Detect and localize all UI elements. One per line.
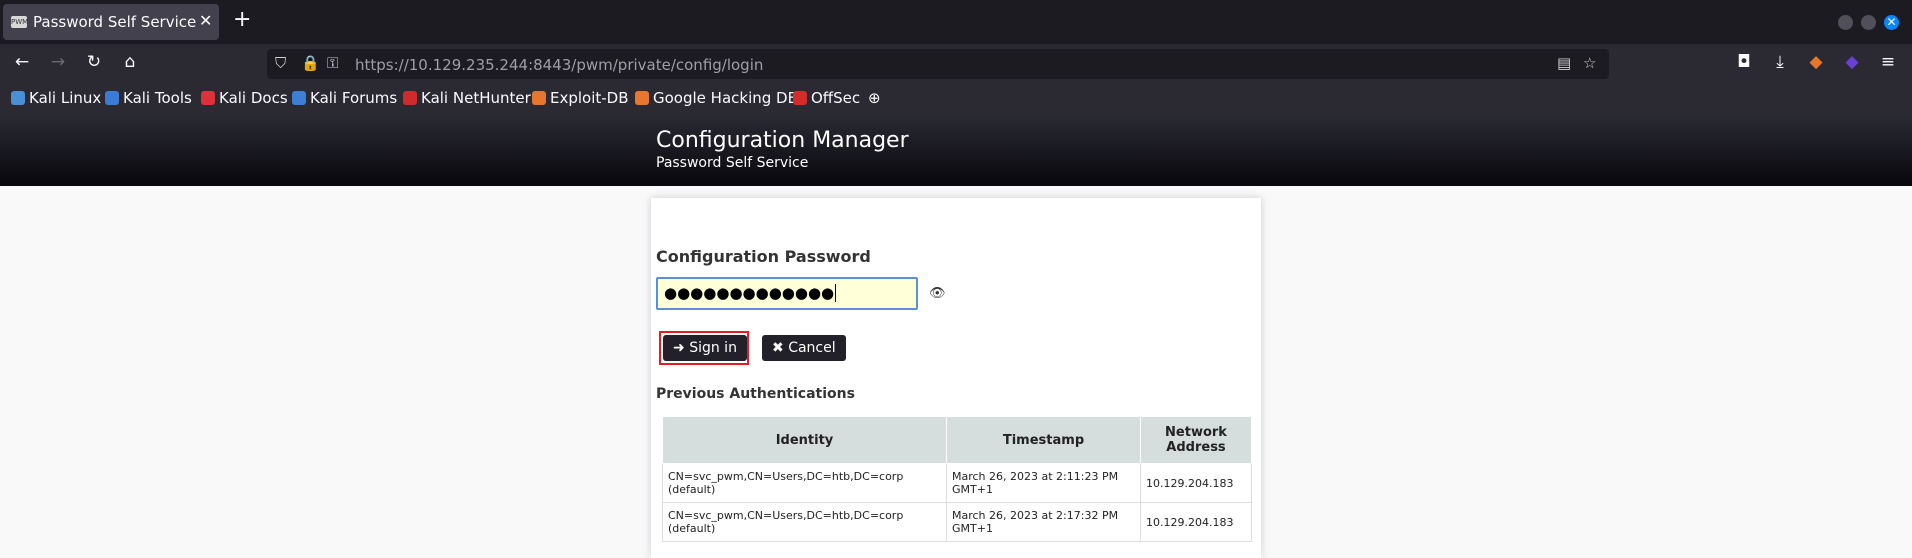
extension-purple-icon[interactable]: ◆	[1841, 52, 1863, 72]
show-password-eye-icon[interactable]: 👁	[929, 286, 946, 301]
page-subtitle: Password Self Service	[656, 155, 809, 171]
kali-docs-icon	[201, 91, 215, 105]
globe-icon[interactable]: ⊕	[868, 89, 881, 107]
bookmark-exploit-db[interactable]: Exploit-DB	[532, 89, 629, 107]
table-row: CN=svc_pwm,CN=Users,DC=htb,DC=corp (defa…	[662, 502, 1252, 542]
sign-in-icon: ➜	[673, 340, 685, 356]
pwm-favicon-icon: PWM	[11, 16, 29, 28]
cell-identity: CN=svc_pwm,CN=Users,DC=htb,DC=corp (defa…	[662, 502, 947, 542]
cell-address: 10.129.204.183	[1140, 463, 1252, 503]
bookmark-star-icon[interactable]: ☆	[1583, 54, 1596, 72]
bookmark-google-hacking-db[interactable]: Google Hacking DB	[635, 89, 798, 107]
reader-view-icon[interactable]: ▤	[1557, 54, 1571, 72]
column-timestamp: Timestamp	[946, 416, 1141, 464]
page-title: Configuration Manager	[656, 128, 909, 153]
tab-bar: PWM Password Self Service ✕ + ✕	[0, 0, 1912, 44]
config-password-label: Configuration Password	[656, 247, 871, 266]
tab-close-icon[interactable]: ✕	[199, 11, 212, 30]
table-row: CN=svc_pwm,CN=Users,DC=htb,DC=corp (defa…	[662, 463, 1252, 503]
browser-chrome: PWM Password Self Service ✕ + ✕ ← → ↻ ⌂ …	[0, 0, 1912, 115]
back-arrow-icon[interactable]: ←	[11, 52, 33, 72]
table-header-row: Identity Timestamp Network Address	[662, 416, 1252, 464]
url-text[interactable]: https://10.129.235.244:8443/pwm/private/…	[355, 56, 763, 74]
nethunter-icon	[403, 91, 417, 105]
shield-icon[interactable]: ⛉	[275, 54, 286, 72]
minimize-window-icon[interactable]	[1838, 15, 1853, 30]
exploit-db-icon	[532, 91, 546, 105]
pocket-icon[interactable]: ◘	[1733, 52, 1755, 72]
bookmark-kali-tools[interactable]: Kali Tools	[105, 89, 192, 107]
bookmark-kali-docs[interactable]: Kali Docs	[201, 89, 288, 107]
forward-arrow-icon[interactable]: →	[47, 52, 69, 72]
url-bar[interactable]: ⛉ 🔒 ⚿ https://10.129.235.244:8443/pwm/pr…	[267, 49, 1609, 79]
cancel-button[interactable]: ✖ Cancel	[762, 335, 846, 361]
tab-password-self-service[interactable]: PWM Password Self Service ✕	[3, 4, 219, 40]
cancel-x-icon: ✖	[772, 340, 784, 356]
config-password-input[interactable]: ●●●●●●●●●●●●●	[656, 277, 918, 310]
new-tab-plus-icon[interactable]: +	[233, 7, 251, 32]
tab-title: Password Self Service	[33, 13, 197, 31]
downloads-icon[interactable]: ⤓	[1769, 52, 1791, 72]
cell-timestamp: March 26, 2023 at 2:11:23 PM GMT+1	[946, 463, 1141, 503]
column-identity: Identity	[662, 416, 947, 464]
key-icon[interactable]: ⚿	[327, 54, 338, 72]
password-value: ●●●●●●●●●●●●●	[664, 284, 835, 302]
lock-warning-icon[interactable]: 🔒	[301, 54, 320, 72]
navigation-bar: ← → ↻ ⌂ ⛉ 🔒 ⚿ https://10.129.235.244:844…	[0, 44, 1912, 84]
bookmark-kali-nethunter[interactable]: Kali NetHunter	[403, 89, 531, 107]
reload-icon[interactable]: ↻	[83, 52, 105, 72]
cell-timestamp: March 26, 2023 at 2:17:32 PM GMT+1	[946, 502, 1141, 542]
bookmark-kali-linux[interactable]: Kali Linux	[11, 89, 101, 107]
previous-authentications-label: Previous Authentications	[656, 386, 855, 402]
bookmark-offsec[interactable]: OffSec	[793, 89, 860, 107]
close-window-icon[interactable]: ✕	[1884, 15, 1899, 30]
cell-identity: CN=svc_pwm,CN=Users,DC=htb,DC=corp (defa…	[662, 463, 947, 503]
offsec-icon	[793, 91, 807, 105]
hamburger-menu-icon[interactable]: ≡	[1877, 52, 1899, 72]
kali-forums-icon	[292, 91, 306, 105]
column-network-address: Network Address	[1140, 416, 1252, 464]
page-header: Configuration Manager Password Self Serv…	[0, 115, 1912, 186]
sign-in-button[interactable]: ➜ Sign in	[663, 335, 747, 361]
maximize-window-icon[interactable]	[1861, 15, 1876, 30]
bookmarks-toolbar: Kali Linux Kali Tools Kali Docs Kali For…	[0, 84, 1912, 115]
url-path: :8443/pwm/private/config/login	[528, 56, 764, 74]
ghdb-icon	[635, 91, 649, 105]
login-card: Configuration Password ●●●●●●●●●●●●● 👁 ➜…	[651, 198, 1261, 558]
home-icon[interactable]: ⌂	[119, 52, 141, 72]
kali-dragon-icon	[11, 91, 25, 105]
url-host: https://10.129.235.244	[355, 56, 529, 74]
bookmark-kali-forums[interactable]: Kali Forums	[292, 89, 397, 107]
previous-authentications-table: Identity Timestamp Network Address CN=sv…	[662, 416, 1252, 542]
kali-tools-icon	[105, 91, 119, 105]
cell-address: 10.129.204.183	[1140, 502, 1252, 542]
extension-fox-icon[interactable]: ◆	[1805, 52, 1827, 72]
